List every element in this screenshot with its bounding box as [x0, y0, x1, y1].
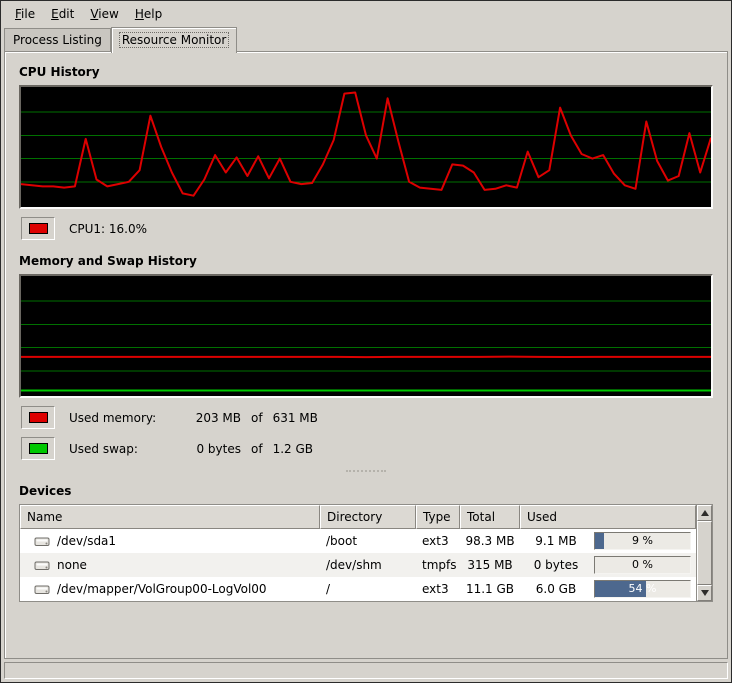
swap-swatch-color: [29, 443, 48, 454]
devices-header-directory[interactable]: Directory: [320, 505, 416, 529]
cpu-swatch-color: [29, 223, 48, 234]
tab-resource-monitor[interactable]: Resource Monitor: [111, 27, 237, 53]
swap-legend-label: Used swap:: [69, 442, 179, 456]
tab-bar: Process Listing Resource Monitor: [1, 25, 731, 51]
cpu-history-title: CPU History: [19, 65, 713, 79]
down-arrow-icon: [701, 590, 709, 596]
scroll-down-button[interactable]: [697, 585, 712, 601]
system-monitor-window: File Edit View Help Process Listing Reso…: [0, 0, 732, 683]
menu-file[interactable]: File: [7, 5, 43, 23]
device-used-cell: 9.1 MB 9 %: [520, 529, 696, 553]
pane-resize-grip[interactable]: [346, 470, 386, 476]
memory-legend: Used memory: 203 MB of 631 MB: [21, 406, 713, 429]
devices-header-used[interactable]: Used: [520, 505, 696, 529]
devices-table: Name Directory Type Total Used /dev/sda1…: [19, 504, 713, 602]
device-row[interactable]: none /dev/shm tmpfs 315 MB 0 bytes 0 %: [20, 553, 696, 577]
device-total-cell: 98.3 MB: [460, 529, 520, 553]
device-used-value: 9.1 MB: [524, 534, 588, 548]
device-directory-cell: /: [320, 577, 416, 601]
menu-help[interactable]: Help: [127, 5, 170, 23]
resource-monitor-page: CPU History CPU1: 16.0% Memory and Swap …: [4, 51, 728, 659]
device-directory-cell: /boot: [320, 529, 416, 553]
memory-legend-label: Used memory:: [69, 411, 179, 425]
progress-label: 54 %: [595, 582, 690, 595]
device-name: none: [57, 558, 87, 572]
device-directory-cell: /dev/shm: [320, 553, 416, 577]
device-type-cell: tmpfs: [416, 553, 460, 577]
tab-process-listing[interactable]: Process Listing: [4, 28, 111, 51]
device-total-cell: 315 MB: [460, 553, 520, 577]
progress-label: 0 %: [595, 558, 690, 571]
menu-view[interactable]: View: [82, 5, 126, 23]
drive-icon: [34, 583, 50, 596]
device-type-cell: ext3: [416, 577, 460, 601]
devices-header-row: Name Directory Type Total Used: [20, 505, 696, 529]
menu-edit[interactable]: Edit: [43, 5, 82, 23]
tab-label: Resource Monitor: [120, 33, 228, 47]
drive-icon: [34, 559, 50, 572]
tab-label: Process Listing: [13, 33, 102, 47]
devices-title: Devices: [19, 484, 713, 498]
device-name-cell: none: [20, 553, 320, 577]
device-name-cell: /dev/sda1: [20, 529, 320, 553]
scrollbar-track[interactable]: [697, 521, 712, 585]
device-type-cell: ext3: [416, 529, 460, 553]
memory-swap-graph: [19, 274, 713, 398]
swap-color-swatch: [21, 437, 55, 460]
memory-swatch-color: [29, 412, 48, 423]
device-total-cell: 11.1 GB: [460, 577, 520, 601]
memory-of-text: of: [251, 411, 263, 425]
up-arrow-icon: [701, 510, 709, 516]
used-progressbar: 54 %: [594, 580, 691, 598]
device-name: /dev/mapper/VolGroup00-LogVol00: [57, 582, 267, 596]
scrollbar-thumb[interactable]: [697, 521, 712, 585]
used-progressbar: 9 %: [594, 532, 691, 550]
device-used-value: 0 bytes: [524, 558, 588, 572]
swap-legend: Used swap: 0 bytes of 1.2 GB: [21, 437, 713, 460]
vertical-scrollbar: [696, 505, 712, 601]
memory-swap-title: Memory and Swap History: [19, 254, 713, 268]
devices-header-total[interactable]: Total: [460, 505, 520, 529]
swap-used-value: 0 bytes: [179, 442, 241, 456]
devices-header-name[interactable]: Name: [20, 505, 320, 529]
device-used-value: 6.0 GB: [524, 582, 588, 596]
device-row[interactable]: /dev/mapper/VolGroup00-LogVol00 / ext3 1…: [20, 577, 696, 601]
cpu-legend-label: CPU1: 16.0%: [69, 222, 147, 236]
device-used-cell: 6.0 GB 54 %: [520, 577, 696, 601]
memory-color-swatch: [21, 406, 55, 429]
statusbar: [4, 662, 728, 679]
menubar: File Edit View Help: [1, 1, 731, 25]
scroll-up-button[interactable]: [697, 505, 712, 521]
devices-list: Name Directory Type Total Used /dev/sda1…: [20, 505, 696, 601]
device-name: /dev/sda1: [57, 534, 116, 548]
memory-used-value: 203 MB: [179, 411, 241, 425]
swap-of-text: of: [251, 442, 263, 456]
memory-total-value: 631 MB: [273, 411, 318, 425]
cpu-history-graph: [19, 85, 713, 209]
device-name-cell: /dev/mapper/VolGroup00-LogVol00: [20, 577, 320, 601]
progress-label: 9 %: [595, 534, 690, 547]
cpu-color-swatch: [21, 217, 55, 240]
device-used-cell: 0 bytes 0 %: [520, 553, 696, 577]
device-row[interactable]: /dev/sda1 /boot ext3 98.3 MB 9.1 MB 9 %: [20, 529, 696, 553]
devices-header-type[interactable]: Type: [416, 505, 460, 529]
used-progressbar: 0 %: [594, 556, 691, 574]
swap-total-value: 1.2 GB: [273, 442, 313, 456]
drive-icon: [34, 535, 50, 548]
cpu-legend: CPU1: 16.0%: [21, 217, 713, 240]
